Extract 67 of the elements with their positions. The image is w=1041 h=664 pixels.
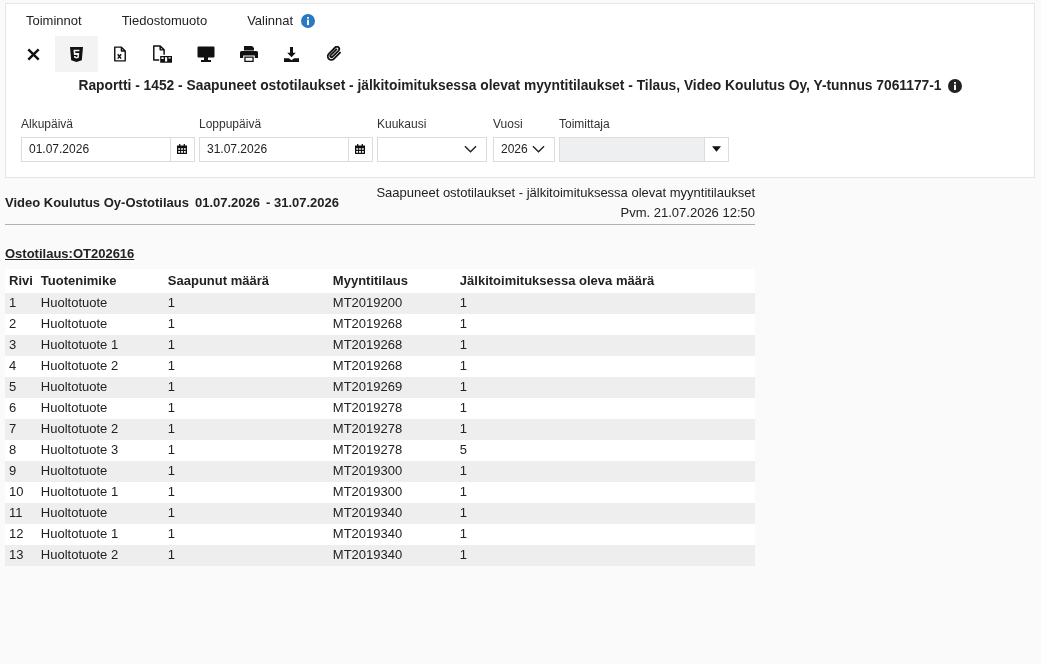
- table-cell: 12: [5, 523, 37, 545]
- report-company: Video Koulutus Oy-Ostotilaus: [5, 194, 189, 213]
- select-field[interactable]: [377, 136, 487, 162]
- monitor-icon: [196, 46, 215, 62]
- table-cell: 9: [5, 460, 37, 482]
- date-field[interactable]: 31.07.2026: [199, 136, 349, 162]
- column-header: Rivi: [5, 268, 37, 293]
- field-label: Vuosi: [493, 116, 524, 132]
- period-start: 01.07.2026: [194, 194, 261, 213]
- table-cell: 3: [5, 334, 37, 356]
- table-cell: 11: [5, 502, 37, 524]
- field-label: Toimittaja: [559, 116, 611, 132]
- table-cell: 5: [5, 376, 37, 398]
- caret-down-icon: [711, 146, 721, 153]
- menu-tab[interactable]: Toiminnot: [6, 11, 102, 31]
- table-cell: 1: [455, 418, 755, 440]
- table-cell: 8: [5, 439, 37, 461]
- table-cell: 1: [455, 544, 755, 566]
- report-title: Raportti - 1452 - Saapuneet ostotilaukset - jälkitoimituksessa olevat myyntitilaukset - Tilaus, Video Koulutus Oy, Y-tunnus 7061177-1: [78, 77, 942, 95]
- field-label: Alkupäivä: [21, 116, 75, 132]
- table-cell: 6: [5, 397, 37, 419]
- dropdown-button[interactable]: [704, 136, 729, 162]
- close-icon: [27, 47, 40, 61]
- print-date: Pvm. 21.07.2026 12:50: [619, 204, 755, 222]
- table-cell: 1: [455, 460, 755, 482]
- table-cell: 4: [5, 355, 37, 377]
- report-subtitle: Saapuneet ostotilaukset - jälkitoimituksessa olevat myyntitilaukset: [376, 184, 755, 202]
- html-button[interactable]: [55, 36, 98, 72]
- calendar-button[interactable]: [348, 136, 373, 162]
- table-cell: 1: [455, 397, 755, 419]
- table-cell: 2: [5, 313, 37, 335]
- calendar-icon: [177, 144, 187, 155]
- table-cell: 10: [5, 481, 37, 503]
- table-cell: 13: [5, 544, 37, 566]
- file-x-icon: [113, 46, 126, 62]
- table-cell: 1: [455, 376, 755, 398]
- calendar-icon: [355, 144, 365, 155]
- column-header: Saapunut määrä: [163, 268, 329, 293]
- paperclip-icon: [327, 46, 342, 62]
- table-cell: 1: [5, 292, 37, 314]
- table-cell: 7: [5, 418, 37, 440]
- printer-icon: [239, 46, 258, 62]
- chevron-down-icon: [532, 145, 545, 154]
- select-field[interactable]: 2026: [493, 136, 555, 162]
- table-cell: 5: [455, 439, 755, 461]
- order-heading: Ostotilaus:OT202616: [5, 246, 135, 262]
- field-label: Kuukausi: [377, 116, 428, 132]
- chevron-down-icon: [464, 145, 477, 154]
- calendar-button[interactable]: [170, 136, 195, 162]
- field-label: Loppupäivä: [199, 116, 263, 132]
- period-end: - 31.07.2026: [266, 194, 340, 213]
- file-icon: [153, 45, 172, 63]
- table-cell: 1: [455, 502, 755, 524]
- table-cell: 1: [455, 481, 755, 503]
- table-cell: 1: [455, 292, 755, 314]
- table-cell: 1: [455, 334, 755, 356]
- column-header: Myyntitilaus: [328, 268, 456, 293]
- table-cell: 1: [455, 523, 755, 545]
- menu-tab[interactable]: Tiedostomuoto: [101, 11, 228, 31]
- table-cell: 1: [455, 313, 755, 335]
- column-header: Tuotenimike: [36, 268, 164, 293]
- download-icon: [284, 46, 299, 62]
- column-header: Jälkitoimituksessa oleva määrä: [455, 268, 755, 293]
- date-field[interactable]: 01.07.2026: [21, 136, 171, 162]
- shield-icon: [70, 46, 83, 62]
- table-cell: 1: [455, 355, 755, 377]
- menu-tab[interactable]: Valinnat: [227, 11, 336, 31]
